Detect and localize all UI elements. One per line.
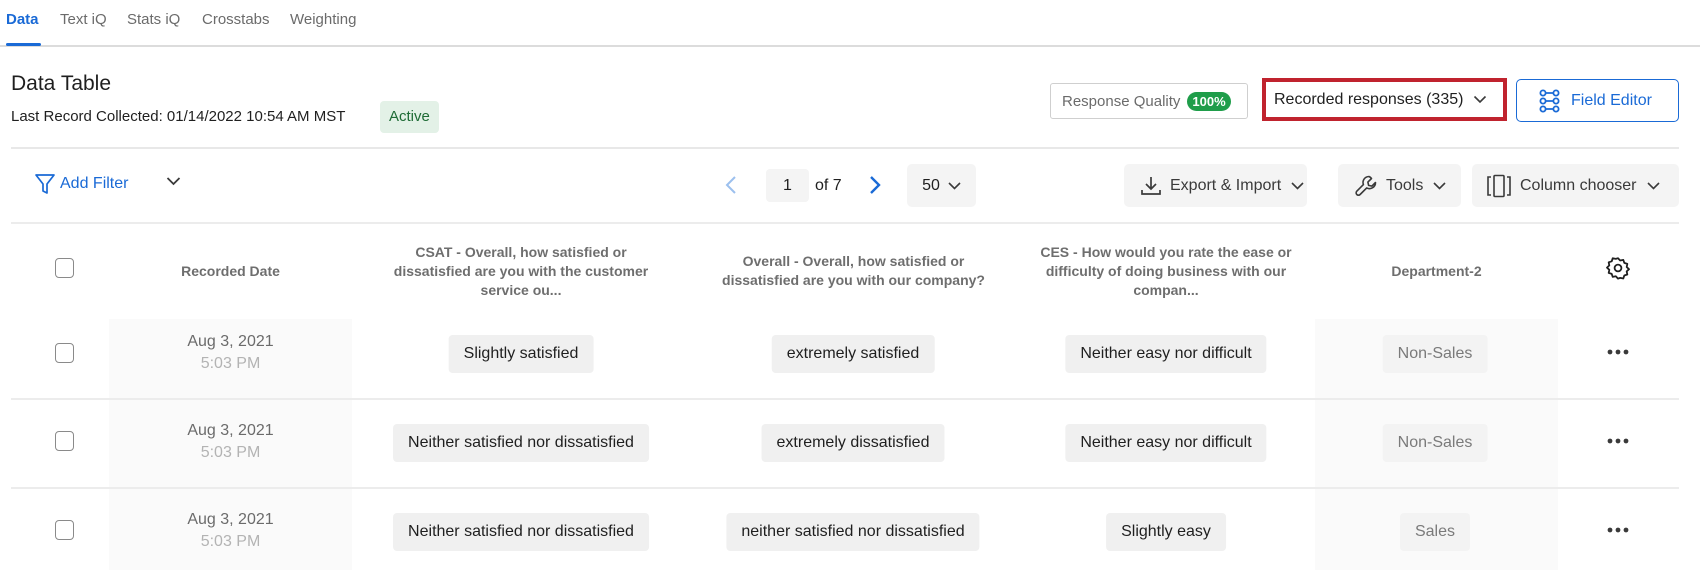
ces-value: Neither easy nor difficult — [1065, 335, 1267, 373]
rows-per-page-dropdown[interactable]: 50 — [907, 164, 976, 207]
field-editor-icon — [1539, 89, 1560, 112]
next-page-icon[interactable] — [869, 175, 881, 195]
chevron-down-icon — [1291, 181, 1304, 190]
tab-weighting[interactable]: Weighting — [290, 11, 356, 28]
column-chooser-label: Column chooser — [1520, 176, 1637, 194]
column-header-ces[interactable]: CES - How would you rate the ease or dif… — [1040, 243, 1292, 300]
tab-crosstabs[interactable]: Crosstabs — [202, 11, 270, 28]
overall-value: neither satisfied nor dissatisfied — [726, 513, 980, 551]
tab-text-iq[interactable]: Text iQ — [60, 11, 107, 28]
chevron-down-icon — [1646, 181, 1660, 190]
rows-per-page-value: 50 — [922, 176, 940, 194]
status-badge: Active — [380, 101, 439, 133]
csat-value: Neither satisfied nor dissatisfied — [393, 424, 649, 462]
columns-icon — [1487, 174, 1511, 197]
chevron-down-icon — [1474, 95, 1487, 104]
column-chooser-button[interactable]: Column chooser — [1472, 164, 1679, 207]
tools-label: Tools — [1386, 176, 1424, 194]
tab-bar: Data Text iQ Stats iQ Crosstabs Weightin… — [0, 0, 1700, 47]
response-quality-button[interactable]: Response Quality 100% — [1050, 83, 1248, 119]
row-checkbox[interactable] — [55, 520, 74, 540]
add-filter-button[interactable]: Add Filter — [34, 172, 128, 196]
department-value: Sales — [1399, 513, 1471, 551]
more-options-icon[interactable] — [1607, 438, 1629, 444]
tab-data[interactable]: Data — [6, 11, 39, 28]
more-options-icon[interactable] — [1607, 527, 1629, 533]
overall-value: extremely dissatisfied — [761, 424, 945, 462]
export-import-button[interactable]: Export & Import — [1124, 164, 1307, 207]
recorded-time: 5:03 PM — [200, 355, 261, 372]
recorded-date-cell: Aug 3, 2021 5:03 PM — [109, 422, 352, 462]
toolbar-divider — [11, 222, 1679, 224]
field-editor-label: Field Editor — [1571, 91, 1652, 109]
column-header-csat[interactable]: CSAT - Overall, how satisfied or dissati… — [385, 243, 657, 300]
page-count: of 7 — [815, 177, 842, 194]
field-editor-button[interactable]: Field Editor — [1516, 79, 1679, 122]
tools-button[interactable]: Tools — [1338, 164, 1461, 207]
tab-stats-iq[interactable]: Stats iQ — [127, 11, 180, 28]
more-options-icon[interactable] — [1607, 349, 1629, 355]
page-title: Data Table — [11, 72, 112, 95]
header-divider — [11, 147, 1679, 149]
department-value: Non-Sales — [1382, 335, 1488, 373]
select-all-checkbox[interactable] — [55, 258, 74, 278]
recorded-date: Aug 3, 2021 — [187, 511, 274, 528]
last-record-collected: Last Record Collected: 01/14/2022 10:54 … — [11, 108, 346, 125]
department-value: Non-Sales — [1382, 424, 1488, 462]
column-header-overall[interactable]: Overall - Overall, how satisfied or diss… — [712, 252, 995, 290]
recorded-time: 5:03 PM — [200, 444, 261, 461]
recorded-date-cell: Aug 3, 2021 5:03 PM — [109, 333, 352, 373]
filter-icon — [35, 174, 55, 194]
response-quality-badge: 100% — [1187, 91, 1231, 111]
row-checkbox[interactable] — [55, 343, 74, 363]
column-header-recorded-date[interactable]: Recorded Date — [109, 262, 352, 281]
recorded-responses-dropdown[interactable]: Recorded responses (335) — [1266, 82, 1503, 117]
row-divider — [11, 398, 1679, 400]
previous-page-icon[interactable] — [725, 175, 737, 195]
add-filter-label: Add Filter — [60, 175, 129, 192]
wrench-icon — [1355, 175, 1377, 196]
column-header-department[interactable]: Department-2 — [1315, 262, 1558, 281]
ces-value: Slightly easy — [1106, 513, 1226, 551]
csat-value: Neither satisfied nor dissatisfied — [393, 513, 649, 551]
recorded-date: Aug 3, 2021 — [187, 333, 274, 350]
gear-icon[interactable] — [1606, 256, 1630, 280]
recorded-time: 5:03 PM — [200, 533, 261, 550]
response-quality-label: Response Quality — [1062, 92, 1181, 110]
chevron-down-icon — [1433, 181, 1446, 190]
chevron-down-icon — [948, 181, 961, 190]
row-divider — [11, 487, 1679, 489]
download-icon — [1141, 176, 1161, 195]
recorded-date: Aug 3, 2021 — [187, 422, 274, 439]
recorded-responses-label: Recorded responses (335) — [1274, 90, 1464, 108]
csat-value: Slightly satisfied — [448, 335, 594, 373]
export-import-label: Export & Import — [1170, 176, 1282, 194]
filter-options-chevron-icon[interactable] — [166, 176, 181, 186]
overall-value: extremely satisfied — [771, 335, 935, 373]
active-tab-indicator — [6, 43, 41, 46]
row-checkbox[interactable] — [55, 431, 74, 451]
recorded-date-cell: Aug 3, 2021 5:03 PM — [109, 511, 352, 551]
page-number-input[interactable] — [766, 169, 809, 202]
ces-value: Neither easy nor difficult — [1065, 424, 1267, 462]
